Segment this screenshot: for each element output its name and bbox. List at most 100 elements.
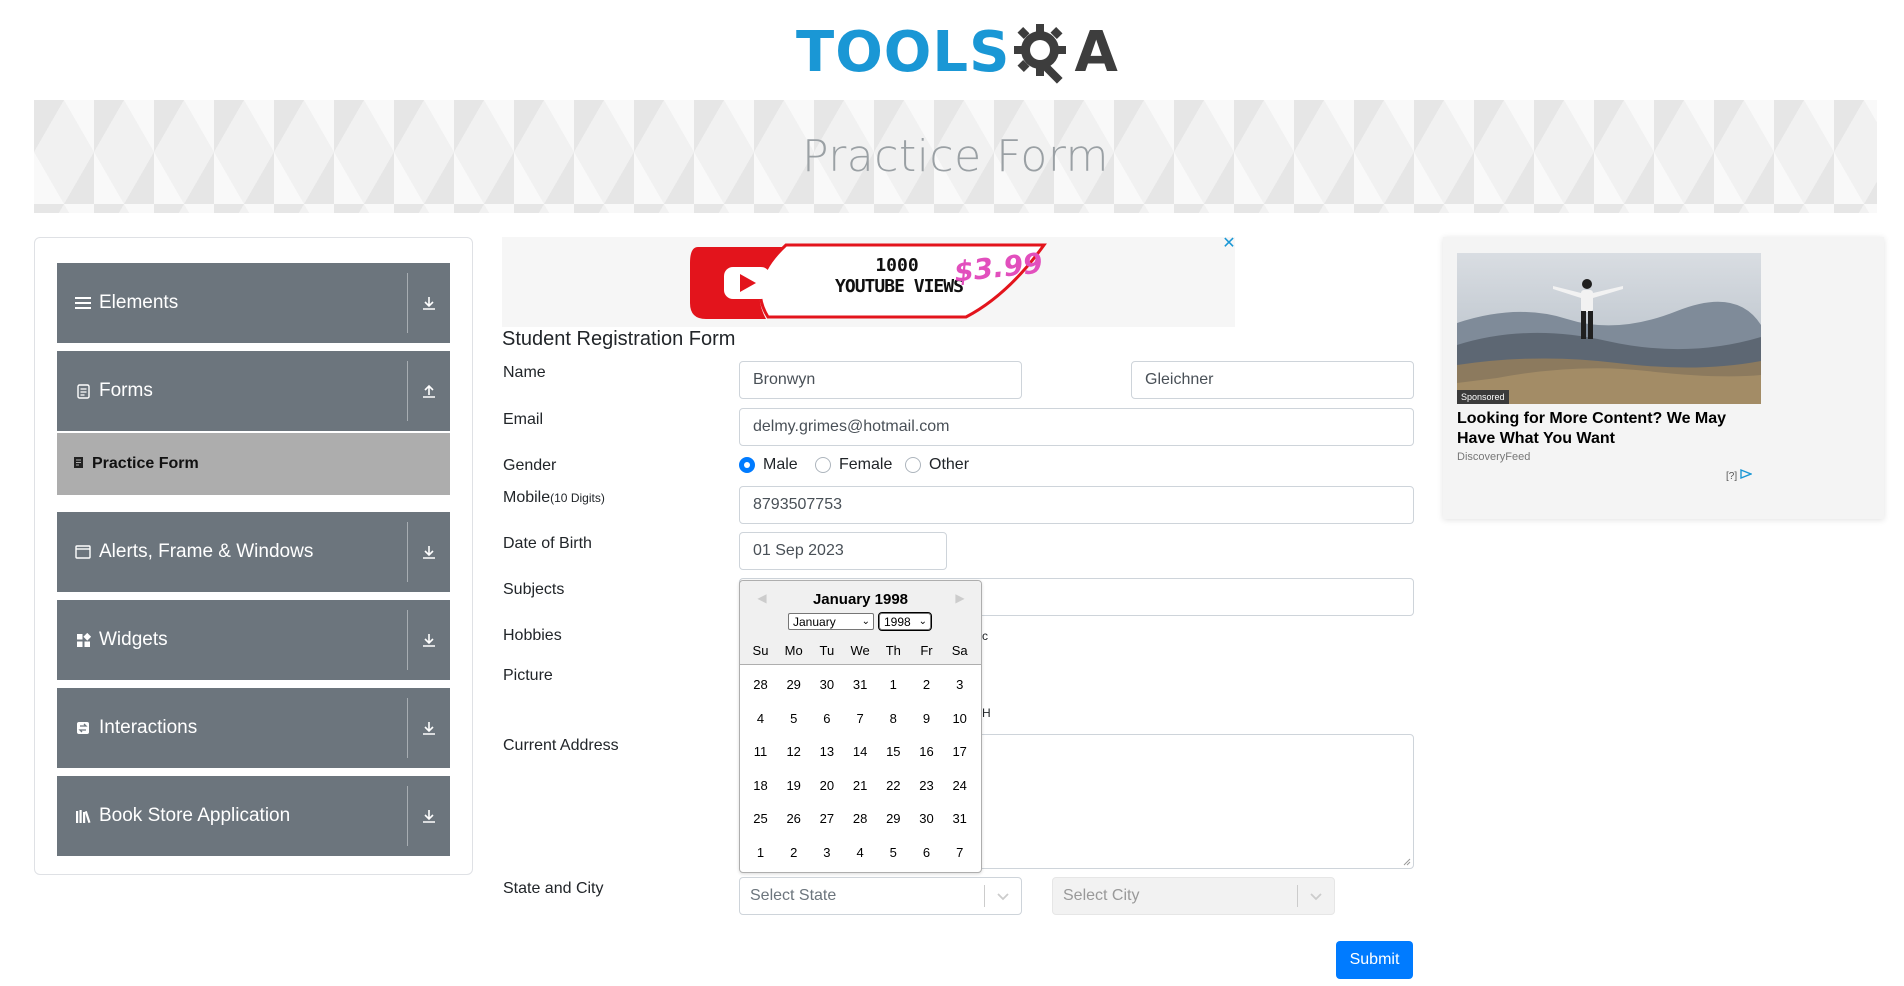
download-arrow-icon[interactable] bbox=[408, 808, 450, 824]
calendar-day[interactable]: 23 bbox=[910, 778, 943, 793]
sponsored-ad[interactable]: Sponsored Looking for More Content? We M… bbox=[1443, 237, 1884, 519]
first-name-input[interactable]: Bronwyn bbox=[739, 361, 1022, 399]
calendar-day[interactable]: 2 bbox=[777, 845, 810, 860]
sidebar-item-practice-form[interactable]: Practice Form bbox=[57, 433, 450, 495]
calendar-day[interactable]: 10 bbox=[943, 711, 976, 726]
page-banner: Practice Form bbox=[34, 100, 1877, 213]
download-arrow-icon[interactable] bbox=[408, 544, 450, 560]
calendar-day[interactable]: 19 bbox=[777, 778, 810, 793]
calendar-day[interactable]: 3 bbox=[810, 845, 843, 860]
calendar-day[interactable]: 16 bbox=[910, 744, 943, 759]
next-month-icon[interactable]: ▶ bbox=[954, 590, 966, 606]
chevron-down-icon: ⌄ bbox=[918, 616, 927, 627]
interactions-icon bbox=[73, 718, 93, 738]
email-input[interactable]: delmy.grimes@hotmail.com bbox=[739, 408, 1414, 446]
current-address-label: Current Address bbox=[503, 737, 619, 754]
calendar-day[interactable]: 7 bbox=[943, 845, 976, 860]
month-select[interactable]: January ⌄ bbox=[788, 613, 874, 630]
form-title: Student Registration Form bbox=[502, 328, 736, 350]
download-arrow-icon[interactable] bbox=[408, 632, 450, 648]
sidebar-group-alerts[interactable]: Alerts, Frame & Windows bbox=[57, 512, 450, 592]
close-icon[interactable]: ✕ bbox=[1222, 236, 1236, 252]
calendar-day[interactable]: 2 bbox=[910, 677, 943, 692]
calendar-day[interactable]: 13 bbox=[810, 744, 843, 759]
calendar-day[interactable]: 29 bbox=[877, 811, 910, 826]
calendar-day[interactable]: 5 bbox=[877, 845, 910, 860]
logo-tail: A bbox=[1074, 20, 1118, 85]
resize-handle-icon[interactable] bbox=[1403, 858, 1411, 866]
gender-female-radio[interactable]: Female bbox=[815, 456, 892, 474]
calendar-day[interactable]: 31 bbox=[943, 811, 976, 826]
calendar-day[interactable]: 6 bbox=[810, 711, 843, 726]
calendar-day[interactable]: 30 bbox=[810, 677, 843, 692]
city-select[interactable]: Select City bbox=[1052, 877, 1335, 915]
download-arrow-icon[interactable] bbox=[408, 295, 450, 311]
sidebar-group-elements[interactable]: Elements bbox=[57, 263, 450, 343]
adchoices-icon bbox=[1740, 468, 1753, 480]
radio-unchecked-icon bbox=[815, 457, 831, 473]
calendar-day[interactable]: 8 bbox=[877, 711, 910, 726]
sidebar: Elements Forms Practice Form Alerts, Fra… bbox=[34, 237, 473, 875]
calendar-day[interactable]: 30 bbox=[910, 811, 943, 826]
datepicker-popup: ◀ January 1998 ▶ January ⌄ 1998 ⌄ Su Mo Tu We… bbox=[739, 580, 982, 873]
radio-checked-icon bbox=[739, 457, 755, 473]
calendar-day[interactable]: 29 bbox=[777, 677, 810, 692]
sidebar-group-book-store[interactable]: Book Store Application bbox=[57, 776, 450, 856]
last-name-input[interactable]: Gleichner bbox=[1131, 361, 1414, 399]
calendar-day[interactable]: 5 bbox=[777, 711, 810, 726]
gender-male-radio[interactable]: Male bbox=[739, 456, 798, 474]
mobile-input[interactable]: 8793507753 bbox=[739, 486, 1414, 524]
sidebar-group-widgets[interactable]: Widgets bbox=[57, 600, 450, 680]
calendar-day[interactable]: 28 bbox=[744, 677, 777, 692]
submit-button[interactable]: Submit bbox=[1336, 941, 1413, 979]
document-icon bbox=[73, 381, 93, 401]
calendar-day[interactable]: 22 bbox=[877, 778, 910, 793]
calendar-day[interactable]: 11 bbox=[744, 744, 777, 759]
radio-label: Other bbox=[929, 456, 970, 473]
sidebar-group-label: Interactions bbox=[99, 717, 198, 738]
calendar-day[interactable]: 28 bbox=[844, 811, 877, 826]
calendar-day[interactable]: 7 bbox=[844, 711, 877, 726]
hobby-checkbox-label-peek: c bbox=[982, 629, 988, 643]
state-select[interactable]: Select State bbox=[739, 877, 1022, 915]
dob-label: Date of Birth bbox=[503, 535, 592, 552]
email-label: Email bbox=[503, 411, 544, 428]
window-icon bbox=[73, 542, 93, 562]
calendar-day[interactable]: 4 bbox=[844, 845, 877, 860]
download-arrow-icon[interactable] bbox=[408, 720, 450, 736]
calendar-day[interactable]: 26 bbox=[777, 811, 810, 826]
calendar-day[interactable]: 31 bbox=[844, 677, 877, 692]
widgets-icon bbox=[73, 630, 93, 650]
calendar-day[interactable]: 18 bbox=[744, 778, 777, 793]
date-of-birth-input[interactable]: 01 Sep 2023 bbox=[739, 532, 947, 570]
day-name: Tu bbox=[819, 643, 835, 658]
calendar-day[interactable]: 17 bbox=[943, 744, 976, 759]
radio-unchecked-icon bbox=[905, 457, 921, 473]
calendar-day[interactable]: 12 bbox=[777, 744, 810, 759]
ad-headline[interactable]: Looking for More Content? We May Have Wh… bbox=[1457, 409, 1757, 449]
ad-info-link[interactable]: [?] bbox=[1726, 468, 1753, 482]
mobile-hint: (10 Digits) bbox=[550, 491, 605, 505]
year-select[interactable]: 1998 ⌄ bbox=[878, 612, 932, 631]
calendar-day[interactable]: 15 bbox=[877, 744, 910, 759]
calendar-day[interactable]: 25 bbox=[744, 811, 777, 826]
calendar-day[interactable]: 3 bbox=[943, 677, 976, 692]
upload-arrow-icon[interactable] bbox=[408, 383, 450, 399]
gender-other-radio[interactable]: Other bbox=[905, 456, 969, 474]
sidebar-group-forms[interactable]: Forms bbox=[57, 351, 450, 431]
day-name: Su bbox=[752, 643, 769, 658]
toolsqa-logo[interactable]: TOOLS A bbox=[796, 14, 1126, 92]
calendar-day[interactable]: 20 bbox=[810, 778, 843, 793]
calendar-day[interactable]: 1 bbox=[744, 845, 777, 860]
calendar-day[interactable]: 4 bbox=[744, 711, 777, 726]
sidebar-group-interactions[interactable]: Interactions bbox=[57, 688, 450, 768]
calendar-day[interactable]: 24 bbox=[943, 778, 976, 793]
calendar-day[interactable]: 6 bbox=[910, 845, 943, 860]
ad-banner-youtube-views[interactable]: 1000 YOUTUBE VIEWS $3.99 bbox=[502, 237, 1235, 327]
calendar-day[interactable]: 21 bbox=[844, 778, 877, 793]
calendar-day[interactable]: 14 bbox=[844, 744, 877, 759]
calendar-day[interactable]: 1 bbox=[877, 677, 910, 692]
calendar-day[interactable]: 9 bbox=[910, 711, 943, 726]
sidebar-item-label: Practice Form bbox=[92, 455, 199, 472]
calendar-day[interactable]: 27 bbox=[810, 811, 843, 826]
